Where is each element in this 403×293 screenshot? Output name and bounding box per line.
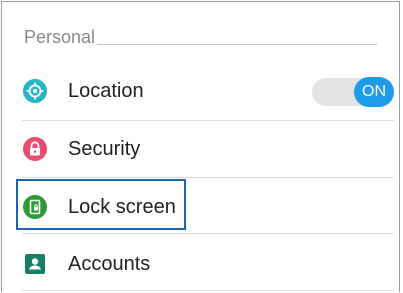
divider <box>22 290 394 291</box>
settings-item-label: Accounts <box>68 253 151 275</box>
lock-icon <box>23 137 47 161</box>
toggle-thumb: ON <box>354 77 394 107</box>
settings-item-security[interactable]: Security <box>0 121 403 177</box>
account-card-icon <box>23 252 47 276</box>
section-title: Personal <box>24 27 96 47</box>
section-header: Personal <box>24 27 378 48</box>
highlight-box <box>16 179 186 230</box>
location-crosshair-icon <box>23 79 47 103</box>
settings-item-label: Security <box>68 138 141 160</box>
divider <box>22 233 394 234</box>
divider <box>22 177 394 178</box>
section-rule <box>97 44 378 45</box>
settings-item-label: Location <box>68 80 144 102</box>
settings-item-location[interactable]: Location ON <box>0 63 403 119</box>
settings-item-accounts[interactable]: Accounts <box>0 236 403 292</box>
location-toggle[interactable]: ON <box>312 75 394 107</box>
